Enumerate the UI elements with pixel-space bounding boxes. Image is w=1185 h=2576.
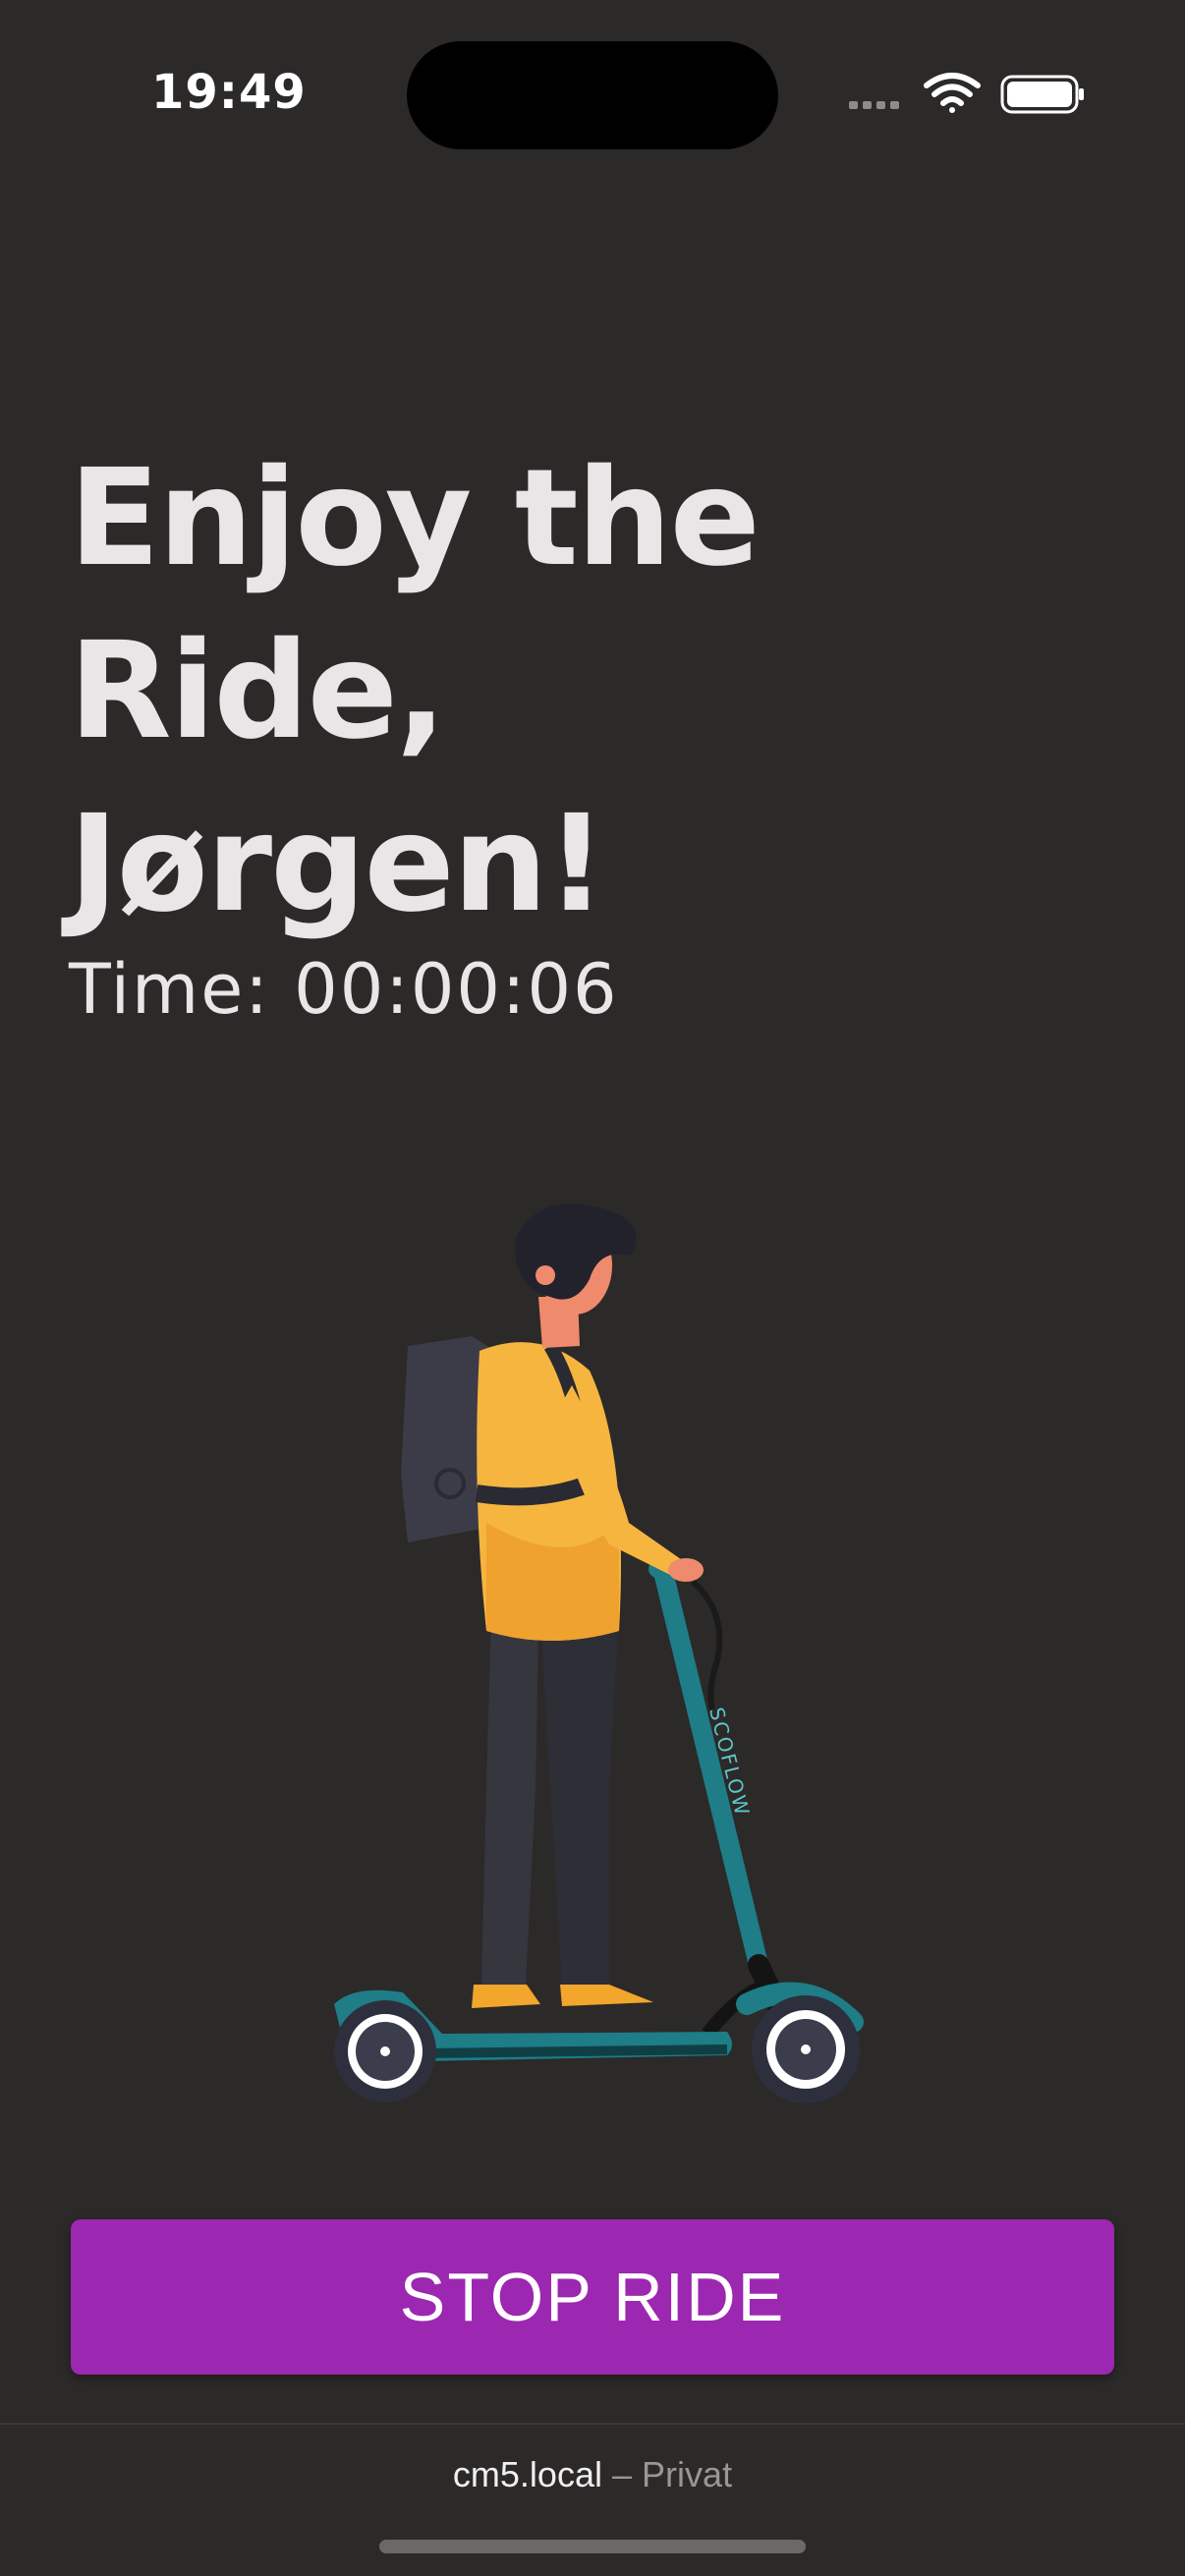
stop-ride-button[interactable]: STOP RIDE [71, 2219, 1114, 2375]
rider [401, 1204, 704, 2008]
url-host: cm5.local [452, 2454, 602, 2494]
url-separator: – [612, 2454, 633, 2494]
browsing-mode: Privat [642, 2454, 733, 2494]
timer-label: Time: [69, 949, 270, 1030]
home-indicator[interactable] [379, 2540, 806, 2553]
ride-timer: Time: 00:00:06 [69, 949, 619, 1030]
status-time: 19:49 [151, 65, 307, 120]
scooter-rider-illustration: SCOFLOW [314, 1199, 875, 2112]
signal-icon [849, 101, 899, 109]
status-icons [849, 69, 1085, 120]
timer-value: 00:00:06 [294, 949, 619, 1030]
battery-icon [1000, 75, 1084, 114]
browser-divider [0, 2423, 1185, 2425]
headline-line-1: Enjoy the Ride, [69, 441, 761, 769]
dynamic-island [407, 41, 778, 149]
ride-headline: Enjoy the Ride, Jørgen! [69, 432, 1150, 951]
wifi-icon [924, 73, 981, 113]
status-bar: 19:49 [0, 0, 1185, 177]
browser-url-bar[interactable]: cm5.local – Privat [0, 2454, 1185, 2495]
headline-line-2: Jørgen! [69, 787, 607, 942]
